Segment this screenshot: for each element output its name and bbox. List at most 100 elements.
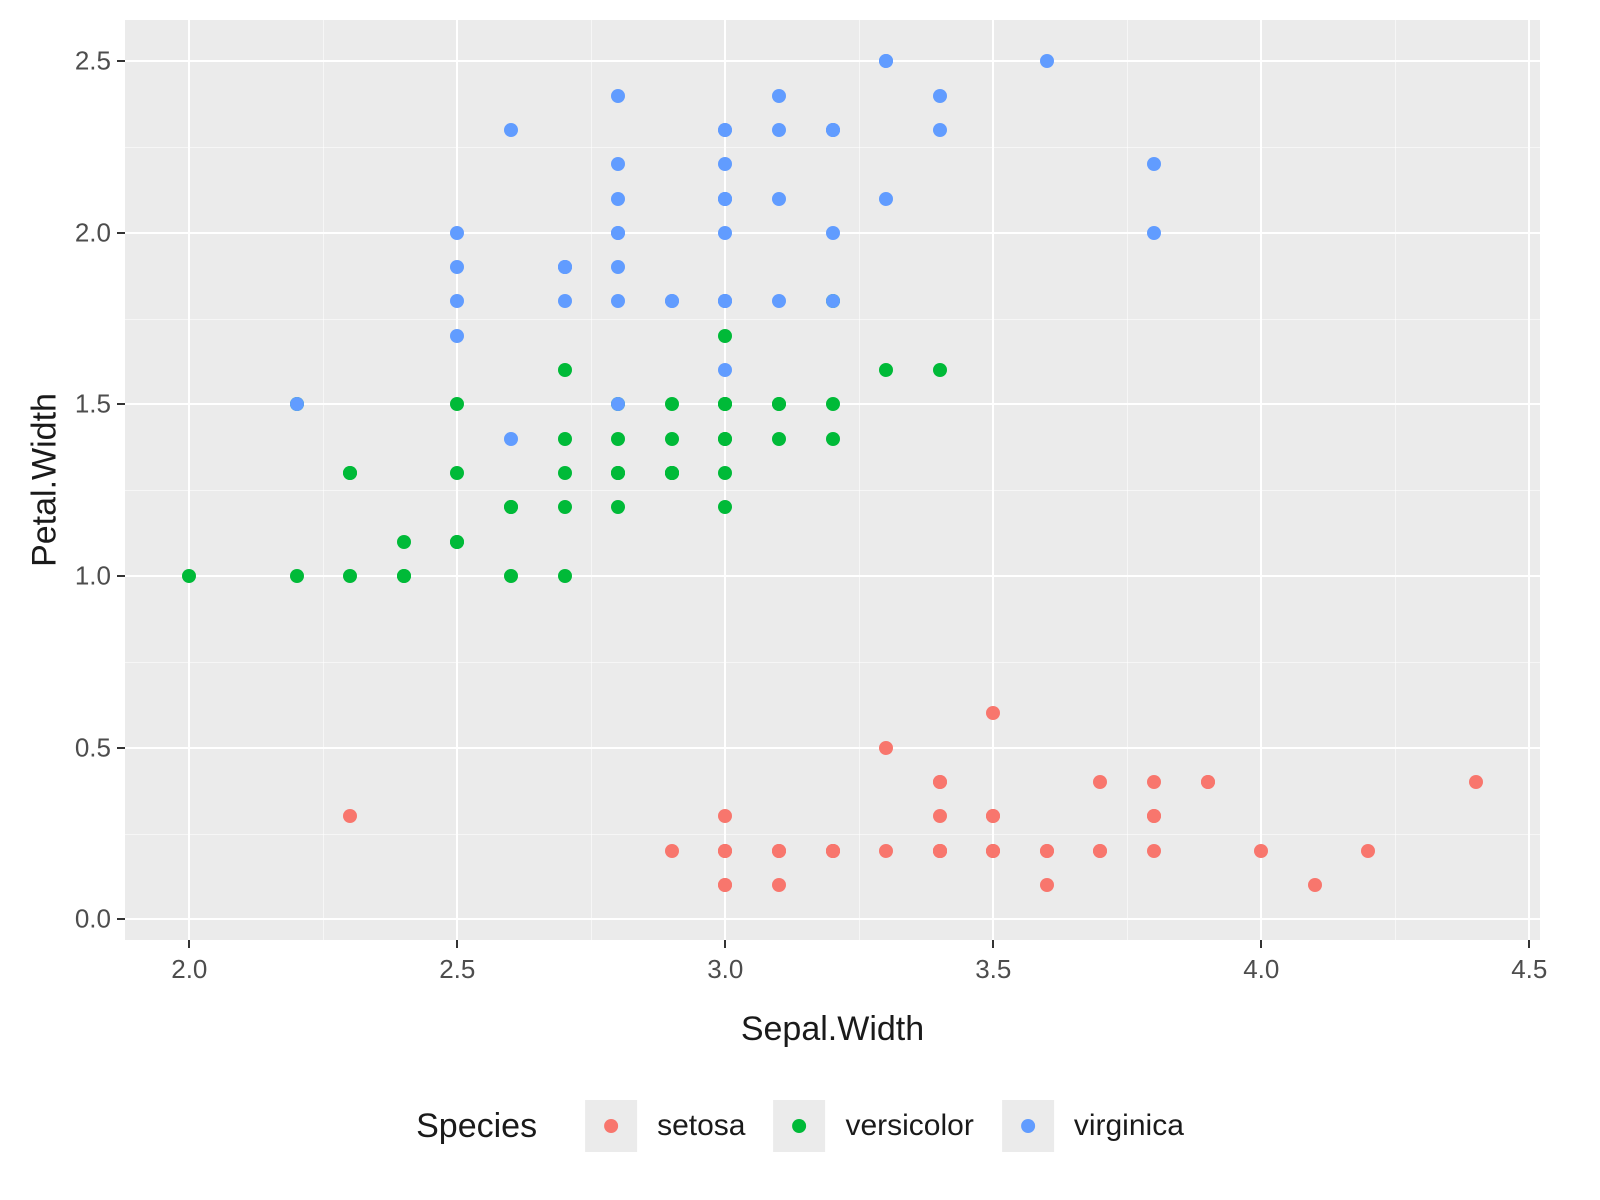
data-point (879, 363, 893, 377)
data-point (826, 294, 840, 308)
legend-label: versicolor (845, 1109, 973, 1143)
data-point (772, 89, 786, 103)
data-point (933, 89, 947, 103)
data-point (718, 432, 732, 446)
grid-major-v (188, 20, 190, 940)
grid-major-v (992, 20, 994, 940)
data-point (879, 844, 893, 858)
grid-minor-v (859, 20, 860, 940)
data-point (397, 535, 411, 549)
grid-minor-v (591, 20, 592, 940)
data-point (665, 397, 679, 411)
grid-minor-h (125, 147, 1540, 148)
y-tick (117, 232, 125, 234)
data-point (772, 432, 786, 446)
data-point (1093, 775, 1107, 789)
data-point (718, 878, 732, 892)
data-point (611, 226, 625, 240)
data-point (826, 123, 840, 137)
grid-minor-h (125, 490, 1540, 491)
y-tick (117, 918, 125, 920)
data-point (611, 192, 625, 206)
data-point (718, 466, 732, 480)
grid-minor-v (323, 20, 324, 940)
data-point (665, 294, 679, 308)
grid-major-v (1528, 20, 1530, 940)
data-point (772, 878, 786, 892)
data-point (1040, 844, 1054, 858)
data-point (718, 500, 732, 514)
data-point (879, 192, 893, 206)
data-point (504, 500, 518, 514)
y-tick (117, 747, 125, 749)
data-point (504, 432, 518, 446)
legend-item: virginica (1002, 1100, 1184, 1152)
scatter-chart: 0.00.51.01.52.02.52.02.53.03.54.04.5 Pet… (0, 0, 1600, 1200)
legend-key (773, 1100, 825, 1152)
y-tick (117, 403, 125, 405)
legend-label: virginica (1074, 1109, 1184, 1143)
data-point (826, 844, 840, 858)
data-point (772, 123, 786, 137)
data-point (826, 226, 840, 240)
x-tick (1528, 940, 1530, 948)
grid-minor-h (125, 662, 1540, 663)
data-point (558, 432, 572, 446)
data-point (611, 432, 625, 446)
data-point (986, 706, 1000, 720)
legend: Species setosaversicolorvirginica (416, 1100, 1184, 1152)
data-point (1254, 844, 1268, 858)
grid-major-v (1260, 20, 1262, 940)
data-point (879, 741, 893, 755)
data-point (933, 123, 947, 137)
x-tick (188, 940, 190, 948)
data-point (1469, 775, 1483, 789)
x-tick (456, 940, 458, 948)
y-tick (117, 575, 125, 577)
data-point (1147, 809, 1161, 823)
data-point (1147, 157, 1161, 171)
grid-major-h (125, 747, 1540, 749)
data-point (1361, 844, 1375, 858)
grid-minor-v (1127, 20, 1128, 940)
data-point (1147, 775, 1161, 789)
data-point (1093, 844, 1107, 858)
data-point (450, 294, 464, 308)
data-point (772, 844, 786, 858)
data-point (718, 844, 732, 858)
data-point (450, 226, 464, 240)
x-axis-title: Sepal.Width (741, 1010, 924, 1049)
data-point (558, 466, 572, 480)
data-point (718, 363, 732, 377)
data-point (343, 569, 357, 583)
data-point (772, 192, 786, 206)
data-point (290, 569, 304, 583)
data-point (611, 397, 625, 411)
x-tick (992, 940, 994, 948)
grid-major-h (125, 575, 1540, 577)
data-point (718, 192, 732, 206)
data-point (397, 569, 411, 583)
data-point (182, 569, 196, 583)
data-point (665, 466, 679, 480)
data-point (611, 466, 625, 480)
data-point (826, 432, 840, 446)
data-point (450, 466, 464, 480)
y-tick (117, 60, 125, 62)
data-point (718, 294, 732, 308)
data-point (879, 54, 893, 68)
data-point (1308, 878, 1322, 892)
data-point (611, 260, 625, 274)
x-tick (1260, 940, 1262, 948)
grid-minor-h (125, 834, 1540, 835)
data-point (718, 397, 732, 411)
data-point (665, 432, 679, 446)
y-axis-title: Petal.Width (26, 393, 65, 567)
legend-label: setosa (657, 1109, 745, 1143)
legend-swatch (792, 1119, 806, 1133)
data-point (933, 363, 947, 377)
data-point (450, 329, 464, 343)
data-point (986, 844, 1000, 858)
data-point (718, 123, 732, 137)
data-point (933, 775, 947, 789)
